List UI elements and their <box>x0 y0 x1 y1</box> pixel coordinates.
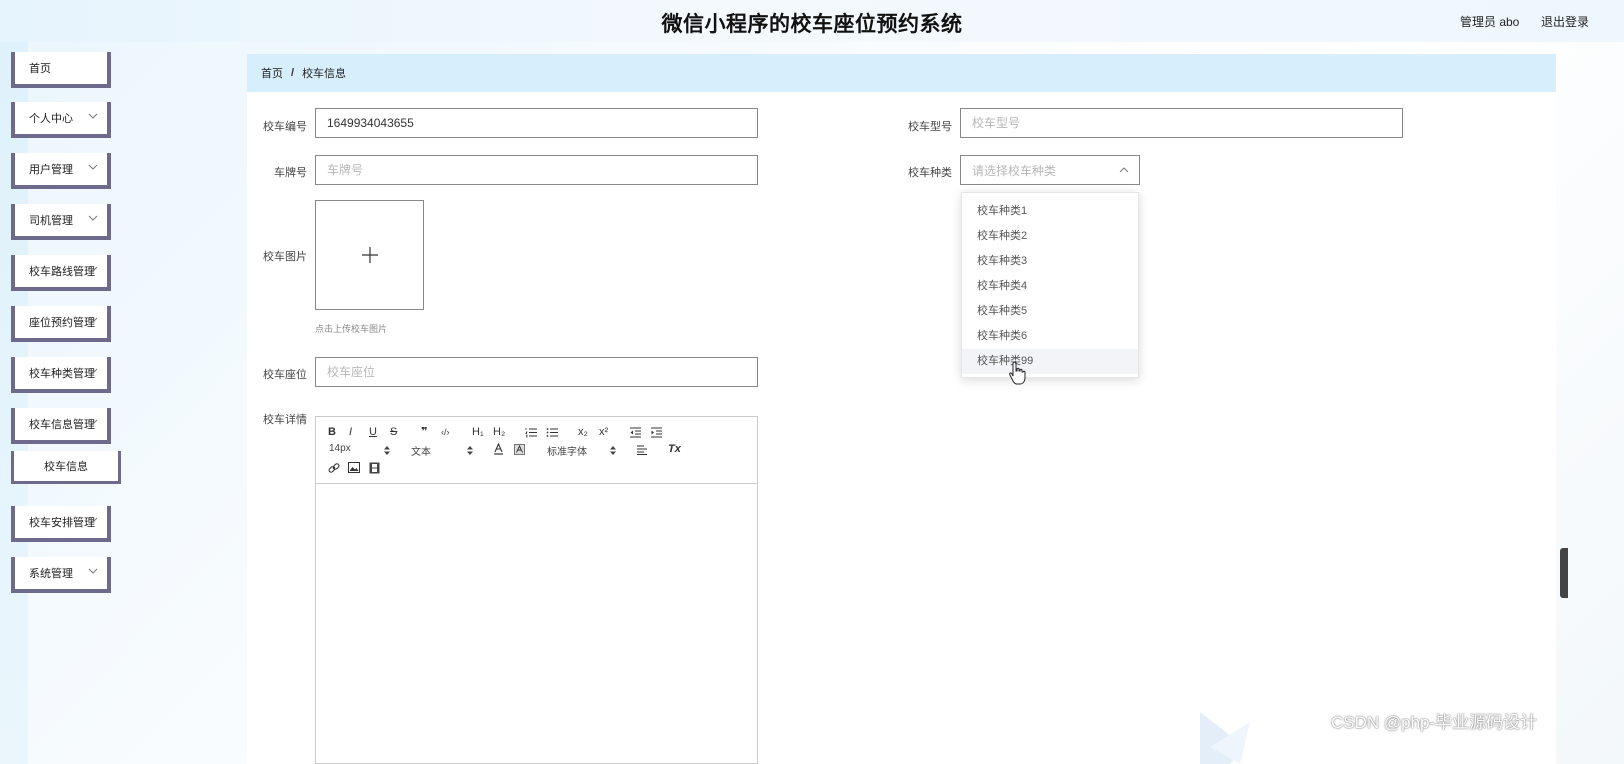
chevron-down-icon <box>88 419 98 425</box>
bus-type-placeholder: 请选择校车种类 <box>972 163 1057 178</box>
chevron-down-icon <box>88 215 98 221</box>
background-color-icon[interactable] <box>514 444 525 455</box>
subscript-button[interactable]: x₂ <box>578 426 588 438</box>
bus-image-label: 校车图片 <box>263 251 307 263</box>
text-style-select[interactable]: 文本 <box>411 443 431 458</box>
sidebar-item-schedule-management[interactable]: 校车安排管理 <box>11 506 111 542</box>
bullet-list-icon[interactable] <box>546 427 559 438</box>
sort-arrows-icon <box>610 446 616 455</box>
sidebar-background <box>0 42 28 764</box>
sidebar-item-bus-info-management[interactable]: 校车信息管理 <box>11 408 111 444</box>
bus-type-label: 校车种类 <box>908 167 952 179</box>
plate-number-label: 车牌号 <box>274 167 307 179</box>
sidebar-item-label: 系统管理 <box>29 568 73 580</box>
breadcrumb-current: 校车信息 <box>302 68 347 80</box>
sidebar-item-label: 校车路线管理 <box>29 266 95 278</box>
font-color-icon[interactable] <box>493 443 504 455</box>
indent-icon[interactable] <box>650 427 663 438</box>
clear-format-button[interactable]: Tx <box>668 443 681 455</box>
sidebar-item-label: 座位预约管理 <box>29 317 95 329</box>
breadcrumb-separator: / <box>291 67 295 79</box>
sidebar-item-label: 首页 <box>29 63 51 75</box>
font-family-select[interactable]: 标准字体 <box>547 443 587 458</box>
sidebar-subitem-label: 校车信息 <box>44 461 88 473</box>
sidebar-item-seat-reservation[interactable]: 座位预约管理 <box>11 306 111 342</box>
dropdown-option[interactable]: 校车种类1 <box>962 199 1138 224</box>
sidebar-item-route-management[interactable]: 校车路线管理 <box>11 255 111 291</box>
dropdown-option[interactable]: 校车种类3 <box>962 249 1138 274</box>
breadcrumb-home[interactable]: 首页 <box>261 65 283 81</box>
chevron-down-icon <box>88 517 98 523</box>
dropdown-option[interactable]: 校车种类2 <box>962 224 1138 249</box>
decorative-shape <box>1200 712 1250 764</box>
superscript-button[interactable]: x² <box>599 426 608 438</box>
plus-icon <box>362 247 378 263</box>
bus-number-label: 校车编号 <box>263 121 307 133</box>
ordered-list-icon[interactable] <box>525 427 538 438</box>
dropdown-option[interactable]: 校车种类6 <box>962 324 1138 349</box>
sidebar-subitem-bus-info[interactable]: 校车信息 <box>11 451 121 484</box>
sidebar-item-user-management[interactable]: 用户管理 <box>11 153 111 189</box>
breadcrumb: 首页 / 校车信息 <box>247 54 1556 92</box>
italic-button[interactable]: I <box>349 426 352 438</box>
rich-text-editor: B I U S ❞ ‹/› H₁ H₂ x₂ x² 14px 文本 标准字体 T… <box>315 416 758 764</box>
app-title: 微信小程序的校车座位预约系统 <box>661 12 963 36</box>
bus-model-input[interactable] <box>960 108 1403 138</box>
dropdown-option[interactable]: 校车种类4 <box>962 274 1138 299</box>
dropdown-option[interactable]: 校车种类5 <box>962 299 1138 324</box>
admin-username: 管理员 abo <box>1460 15 1520 29</box>
side-widget-tab[interactable] <box>1560 548 1568 598</box>
chevron-down-icon <box>88 113 98 119</box>
bus-model-label: 校车型号 <box>908 121 952 133</box>
watermark-text: CSDN @php-毕业源码设计 <box>1331 713 1538 732</box>
bus-seats-label: 校车座位 <box>263 369 307 381</box>
sidebar-item-label: 校车安排管理 <box>29 517 95 529</box>
sort-arrows-icon <box>384 446 390 455</box>
plate-number-input[interactable] <box>315 155 758 185</box>
bus-type-dropdown: 校车种类1 校车种类2 校车种类3 校车种类4 校车种类5 校车种类6 校车种类… <box>961 192 1139 378</box>
logout-link[interactable]: 退出登录 <box>1541 13 1589 30</box>
h1-button[interactable]: H₁ <box>472 426 484 438</box>
dropdown-option-hovered[interactable]: 校车种类99 <box>962 349 1138 374</box>
bus-type-select[interactable]: 请选择校车种类 <box>960 155 1140 185</box>
sidebar-item-personal-center[interactable]: 个人中心 <box>11 102 111 138</box>
sort-arrows-icon <box>467 446 473 455</box>
blockquote-button[interactable]: ❞ <box>421 425 427 438</box>
bus-number-input[interactable] <box>315 108 758 138</box>
sidebar-item-system-management[interactable]: 系统管理 <box>11 557 111 593</box>
chevron-down-icon <box>88 317 98 323</box>
link-icon[interactable] <box>328 462 340 474</box>
bus-details-label: 校车详情 <box>263 414 307 426</box>
sidebar-item-bus-type-management[interactable]: 校车种类管理 <box>11 357 111 393</box>
bus-seats-input[interactable] <box>315 357 758 387</box>
editor-toolbar: B I U S ❞ ‹/› H₁ H₂ x₂ x² 14px 文本 标准字体 T… <box>316 417 757 484</box>
chevron-down-icon <box>88 568 98 574</box>
align-icon[interactable] <box>636 445 648 455</box>
image-icon[interactable] <box>348 462 360 473</box>
font-size-select[interactable]: 14px <box>329 443 351 454</box>
upload-hint: 点击上传校车图片 <box>315 324 388 334</box>
video-icon[interactable] <box>369 462 380 474</box>
chevron-down-icon <box>88 266 98 272</box>
chevron-up-icon <box>1119 167 1129 173</box>
sidebar-item-driver-management[interactable]: 司机管理 <box>11 204 111 240</box>
sidebar-item-label: 用户管理 <box>29 164 73 176</box>
strike-button[interactable]: S <box>390 426 397 438</box>
chevron-down-icon <box>88 164 98 170</box>
image-upload-box[interactable] <box>315 200 424 310</box>
bold-button[interactable]: B <box>328 426 336 438</box>
sidebar-item-label: 司机管理 <box>29 215 73 227</box>
sidebar-item-label: 校车种类管理 <box>29 368 95 380</box>
h2-button[interactable]: H₂ <box>493 426 505 438</box>
sidebar-item-label: 校车信息管理 <box>29 419 95 431</box>
code-block-button[interactable]: ‹/› <box>441 427 450 437</box>
sidebar-item-label: 个人中心 <box>29 113 73 125</box>
chevron-down-icon <box>88 368 98 374</box>
underline-button[interactable]: U <box>369 426 377 438</box>
sidebar-item-home[interactable]: 首页 <box>11 52 111 88</box>
outdent-icon[interactable] <box>629 427 642 438</box>
hand-cursor-icon <box>1009 361 1026 385</box>
